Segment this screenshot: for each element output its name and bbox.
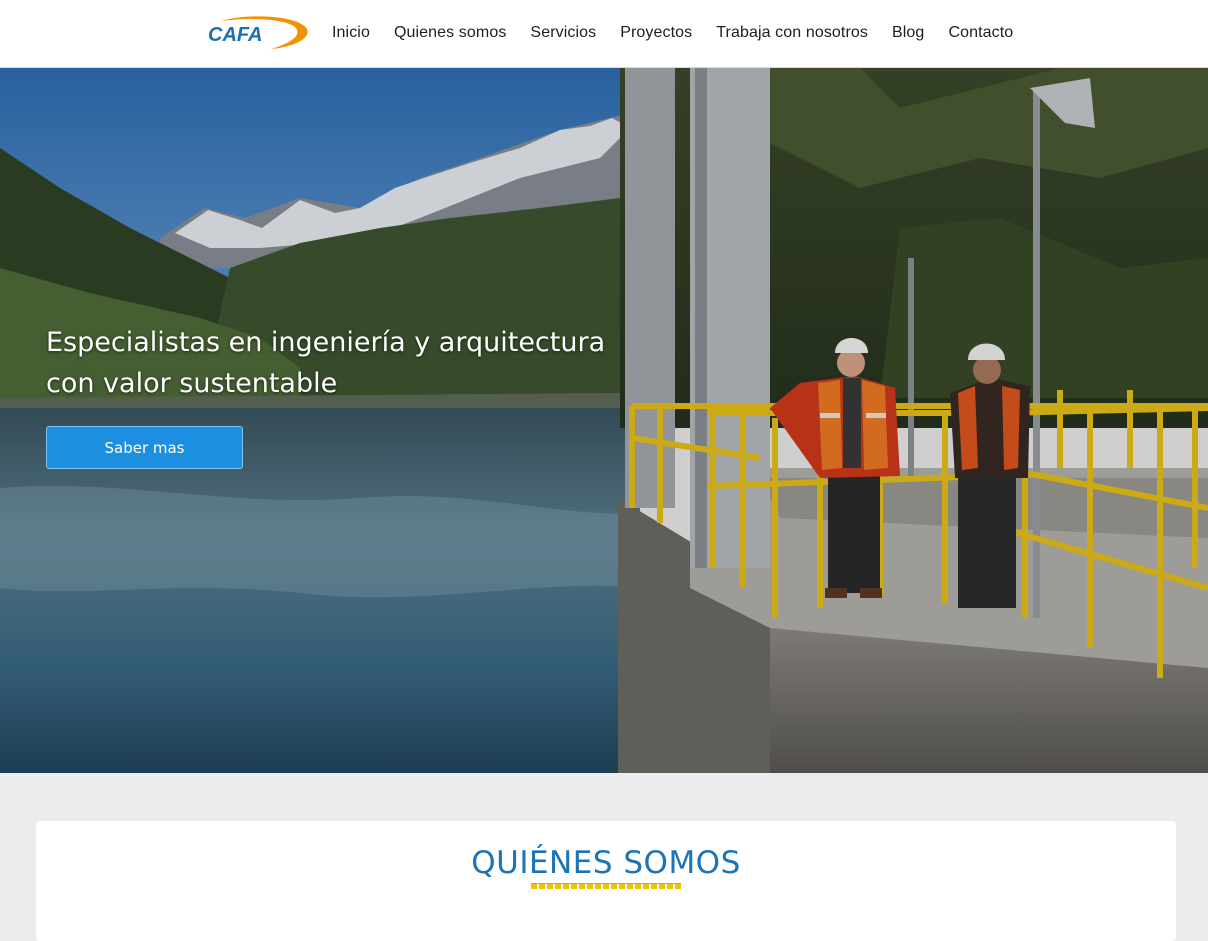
nav-quienes-somos[interactable]: Quienes somos — [394, 24, 506, 42]
title-underline-decoration — [531, 883, 681, 889]
nav-inicio[interactable]: Inicio — [332, 24, 370, 42]
logo-text: CAFA — [208, 24, 262, 46]
about-section: QUIÉNES SOMOS — [36, 821, 1176, 941]
about-title: QUIÉNES SOMOS — [471, 845, 741, 881]
nav-contacto[interactable]: Contacto — [948, 24, 1013, 42]
nav-proyectos[interactable]: Proyectos — [620, 24, 692, 42]
site-header: CAFA Inicio Quienes somos Servicios Proy… — [0, 0, 1208, 68]
hero-banner: Especialistas en ingeniería y arquitectu… — [0, 68, 1208, 773]
nav-servicios[interactable]: Servicios — [530, 24, 596, 42]
saber-mas-button[interactable]: Saber mas — [46, 426, 243, 469]
cafa-logo[interactable]: CAFA — [207, 15, 309, 51]
nav-trabaja-con-nosotros[interactable]: Trabaja con nosotros — [716, 24, 868, 42]
nav-blog[interactable]: Blog — [892, 24, 924, 42]
hero-background-image — [0, 68, 1208, 773]
main-nav: Inicio Quienes somos Servicios Proyectos… — [320, 0, 1025, 66]
hero-heading: Especialistas en ingeniería y arquitectu… — [46, 327, 606, 399]
